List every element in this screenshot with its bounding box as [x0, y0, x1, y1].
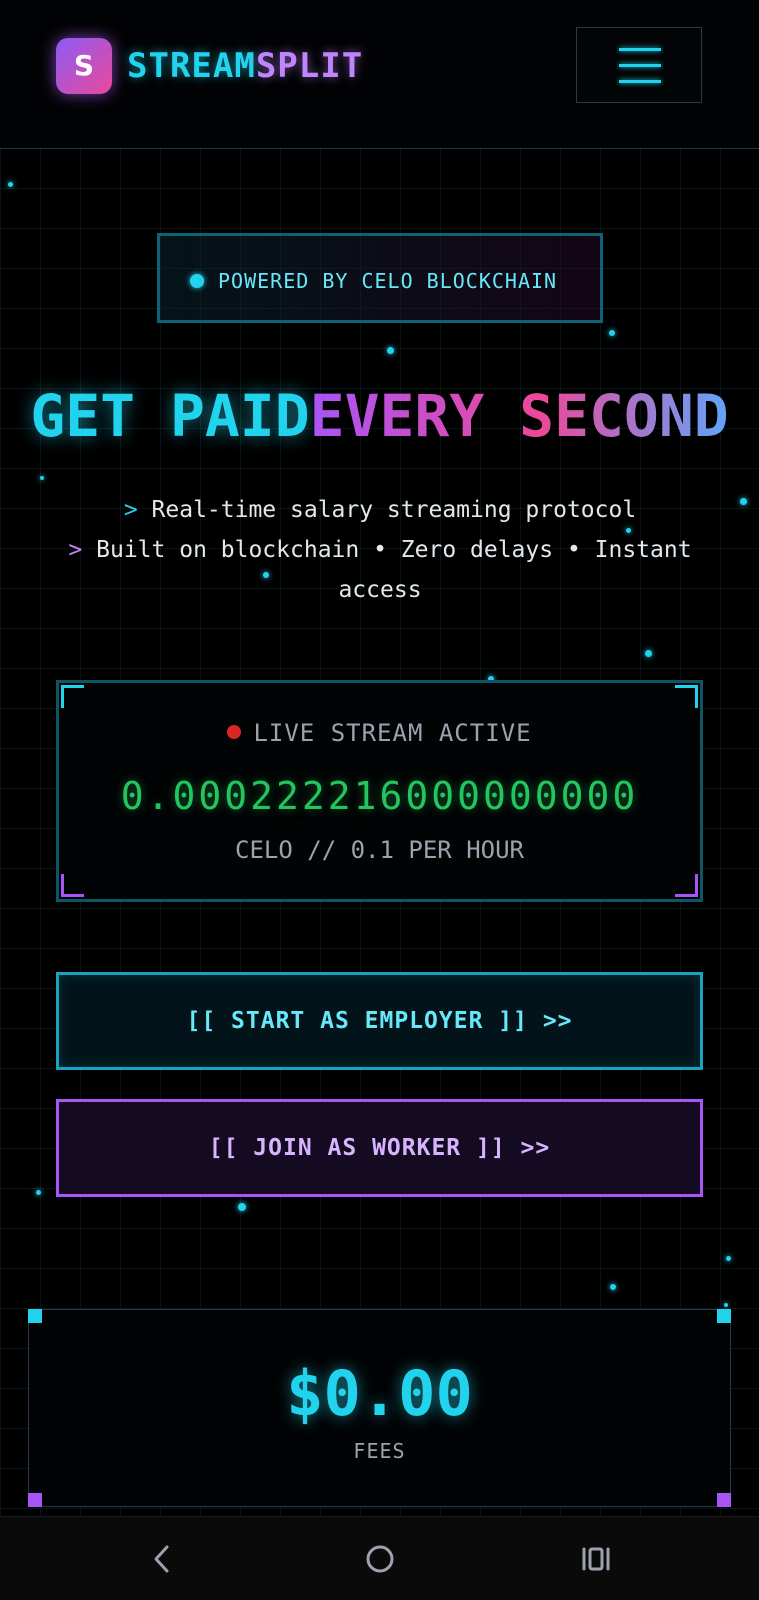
particle [609, 330, 615, 336]
particle [740, 498, 747, 505]
live-status-text: LIVE STREAM ACTIVE [253, 719, 532, 747]
status-dot-icon [190, 274, 204, 288]
corner-bracket [675, 874, 698, 897]
corner-marker [717, 1493, 731, 1507]
corner-marker [28, 1493, 42, 1507]
live-dot-icon [227, 725, 242, 739]
corner-bracket [675, 685, 698, 708]
corner-marker [717, 1309, 731, 1323]
corner-bracket [61, 874, 84, 897]
start-as-employer-button[interactable]: [[ START AS EMPLOYER ]] >> [56, 972, 703, 1070]
brand-name[interactable]: STREAMSPLIT [127, 44, 363, 88]
particle [238, 1203, 246, 1211]
hamburger-menu-icon [619, 80, 661, 83]
headline-part1: GET PAID [30, 382, 310, 450]
back-chevron-icon[interactable] [140, 1537, 184, 1581]
powered-by-badge: POWERED BY CELO BLOCKCHAIN [157, 233, 603, 323]
particle [726, 1256, 731, 1261]
subtitle-line2: Built on blockchain • Zero delays • Inst… [96, 537, 692, 603]
subtitle-line1: Real-time salary streaming protocol [151, 497, 637, 523]
live-status: LIVE STREAM ACTIVE [59, 718, 700, 748]
particle [724, 1303, 728, 1307]
corner-marker [28, 1309, 42, 1323]
hero-headline: GET PAIDEVERY SECOND [0, 378, 759, 454]
particle [40, 476, 44, 480]
particle [645, 650, 652, 657]
logo-icon[interactable]: S [56, 38, 112, 94]
stream-amount: 0.000222216000000000 [120, 774, 639, 818]
fees-stat-card: $0.00 FEES [28, 1309, 731, 1507]
headline-part2: EVERY SECOND [309, 382, 729, 450]
live-stream-card: LIVE STREAM ACTIVE 0.000222216000000000 … [56, 680, 703, 902]
recent-apps-icon[interactable] [575, 1537, 619, 1581]
particle [387, 347, 394, 354]
brand-name-part2: SPLIT [255, 46, 364, 86]
particle [610, 1284, 616, 1290]
corner-bracket [61, 685, 84, 708]
brand-name-part1: STREAM [127, 46, 256, 86]
hamburger-menu-icon [619, 64, 661, 67]
badge-text: POWERED BY CELO BLOCKCHAIN [218, 269, 558, 293]
hamburger-menu-icon [619, 48, 661, 51]
home-circle-icon[interactable] [358, 1537, 402, 1581]
particle [8, 182, 13, 187]
fees-value: $0.00 [286, 1357, 473, 1430]
prompt-arrow: > [123, 497, 138, 523]
hero-subtitle: > Real-time salary streaming protocol > … [60, 490, 700, 610]
join-as-worker-button[interactable]: [[ JOIN AS WORKER ]] >> [56, 1099, 703, 1197]
particle [36, 1190, 41, 1195]
prompt-arrow: > [68, 537, 83, 563]
app-header: S STREAMSPLIT [0, 0, 759, 149]
stream-rate: CELO // 0.1 PER HOUR [235, 836, 524, 864]
fees-label: FEES [353, 1439, 406, 1463]
system-navigation-bar [0, 1516, 759, 1600]
menu-button[interactable] [576, 27, 702, 103]
